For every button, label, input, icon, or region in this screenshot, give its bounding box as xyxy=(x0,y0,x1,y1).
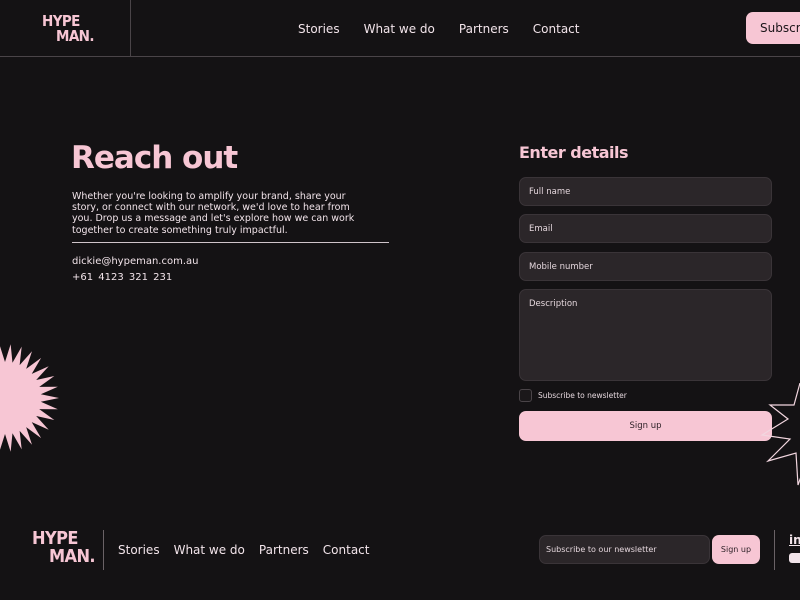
intro-text: Whether you're looking to amplify your b… xyxy=(72,191,355,236)
site-header: HYPE MAN. Stories What we do Partners Co… xyxy=(0,0,800,57)
nav-link-partners[interactable]: Partners xyxy=(459,22,509,36)
contact-divider xyxy=(72,242,389,243)
nav-link-what-we-do[interactable]: What we do xyxy=(364,22,435,36)
footer-nav-link-contact[interactable]: Contact xyxy=(323,543,370,557)
newsletter-checkbox-label[interactable]: Subscribe to newsletter xyxy=(538,391,627,400)
footer-divider xyxy=(103,530,104,570)
newsletter-email-input[interactable] xyxy=(539,535,710,564)
page-title: Reach out xyxy=(71,140,238,176)
linkedin-icon[interactable]: in xyxy=(789,534,800,546)
footer-nav-link-what-we-do[interactable]: What we do xyxy=(174,543,245,557)
contact-email-link[interactable]: dickie@hypeman.com.au xyxy=(72,256,199,267)
footer-divider-right xyxy=(774,530,775,570)
logo-line-2: MAN. xyxy=(56,27,95,45)
newsletter-checkbox-row[interactable]: Subscribe to newsletter xyxy=(519,389,627,402)
footer-nav: Stories What we do Partners Contact xyxy=(118,530,369,570)
contact-page: HYPE MAN. Stories What we do Partners Co… xyxy=(0,0,800,600)
full-name-input[interactable] xyxy=(519,177,772,206)
header-nav: Stories What we do Partners Contact xyxy=(298,0,579,57)
youtube-icon[interactable] xyxy=(789,553,800,565)
form-title: Enter details xyxy=(519,143,629,162)
sunburst-decoration-icon xyxy=(0,344,59,452)
mobile-number-input[interactable] xyxy=(519,252,772,281)
star-outline-decoration-icon xyxy=(760,383,800,486)
header-logo[interactable]: HYPE MAN. xyxy=(42,14,95,45)
footer-nav-link-partners[interactable]: Partners xyxy=(259,543,309,557)
contact-phone: +61 4123 321 231 xyxy=(72,272,173,283)
description-textarea[interactable] xyxy=(519,289,772,381)
newsletter-checkbox[interactable] xyxy=(519,389,532,402)
footer-logo-line-2: MAN. xyxy=(49,546,96,567)
email-input[interactable] xyxy=(519,214,772,243)
subscribe-button[interactable]: Subscribe xyxy=(746,12,800,44)
footer-logo[interactable]: HYPE MAN. xyxy=(32,530,96,567)
header-divider xyxy=(130,0,131,57)
newsletter-sign-up-button[interactable]: Sign up xyxy=(712,535,760,564)
nav-link-stories[interactable]: Stories xyxy=(298,22,340,36)
nav-link-contact[interactable]: Contact xyxy=(533,22,580,36)
footer-nav-link-stories[interactable]: Stories xyxy=(118,543,160,557)
sign-up-button[interactable]: Sign up xyxy=(519,411,772,441)
